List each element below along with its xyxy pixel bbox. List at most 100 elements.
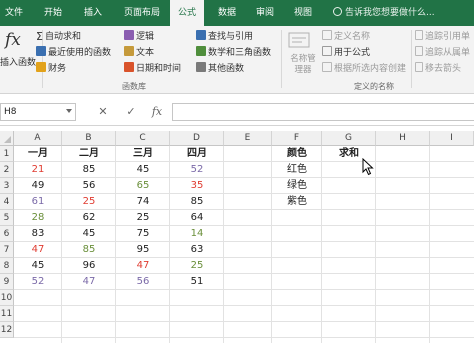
- table-cell[interactable]: 56: [62, 178, 116, 194]
- financial-button[interactable]: 财务: [36, 62, 66, 76]
- table-cell[interactable]: 25: [170, 258, 224, 274]
- table-cell[interactable]: 85: [170, 194, 224, 210]
- name-manager-label[interactable]: 名称管理器: [289, 54, 317, 80]
- table-cell[interactable]: 95: [116, 242, 170, 258]
- row-header-5[interactable]: 5: [0, 210, 14, 226]
- recent-functions-button[interactable]: 最近使用的函数: [36, 46, 111, 60]
- trace-dependents-button[interactable]: 追踪从属单: [415, 46, 470, 60]
- table-cell[interactable]: 45: [62, 226, 116, 242]
- column-header-i[interactable]: I: [430, 131, 474, 146]
- row-header-4[interactable]: 4: [0, 194, 14, 210]
- table-cell[interactable]: 47: [14, 242, 62, 258]
- insert-function-label[interactable]: 插入函数: [0, 56, 36, 70]
- cancel-icon[interactable]: ✕: [94, 104, 112, 120]
- text-button[interactable]: 文本: [124, 46, 154, 60]
- tab-data[interactable]: 数据: [212, 0, 242, 26]
- select-all-button[interactable]: [0, 131, 14, 146]
- cell-header-a[interactable]: 一月: [14, 146, 62, 162]
- row-header-3[interactable]: 3: [0, 178, 14, 194]
- create-from-selection-button[interactable]: 根据所选内容创建: [322, 62, 406, 76]
- remove-arrows-button[interactable]: 移去箭头: [415, 62, 461, 76]
- cell-header-color[interactable]: 颜色: [272, 146, 322, 162]
- table-cell[interactable]: 25: [116, 210, 170, 226]
- table-cell[interactable]: 45: [14, 258, 62, 274]
- table-cell[interactable]: 61: [14, 194, 62, 210]
- table-cell[interactable]: 28: [14, 210, 62, 226]
- trace-precedents-button[interactable]: 追踪引用单: [415, 30, 470, 44]
- more-functions-button[interactable]: 其他函数: [196, 62, 244, 76]
- cell-header-c[interactable]: 三月: [116, 146, 170, 162]
- tab-file[interactable]: 文件: [0, 0, 28, 26]
- chevron-down-icon[interactable]: [66, 109, 72, 113]
- tab-formulas[interactable]: 公式: [170, 0, 204, 26]
- column-header-b[interactable]: B: [62, 131, 116, 146]
- column-header-e[interactable]: E: [224, 131, 272, 146]
- row-header-11[interactable]: 11: [0, 306, 14, 322]
- tell-me-box[interactable]: 告诉我您想要做什么...: [333, 0, 435, 26]
- column-header-f[interactable]: F: [272, 131, 322, 146]
- column-header-a[interactable]: A: [14, 131, 62, 146]
- cell-header-b[interactable]: 二月: [62, 146, 116, 162]
- color-name-cell[interactable]: 绿色: [272, 178, 322, 194]
- row-header-6[interactable]: 6: [0, 226, 14, 242]
- table-cell[interactable]: 25: [62, 194, 116, 210]
- row-header-12[interactable]: 12: [0, 322, 14, 338]
- table-cell[interactable]: 52: [14, 274, 62, 290]
- tab-view[interactable]: 视图: [288, 0, 318, 26]
- name-box[interactable]: H8: [0, 103, 76, 121]
- column-header-c[interactable]: C: [116, 131, 170, 146]
- column-header-h[interactable]: H: [376, 131, 430, 146]
- column-header-d[interactable]: D: [170, 131, 224, 146]
- row-header-1[interactable]: 1: [0, 146, 14, 162]
- table-cell[interactable]: 96: [62, 258, 116, 274]
- table-cell[interactable]: 56: [116, 274, 170, 290]
- color-name-cell[interactable]: 红色: [272, 162, 322, 178]
- table-cell[interactable]: 45: [116, 162, 170, 178]
- table-cell[interactable]: 47: [62, 274, 116, 290]
- remove-arrows-icon: [415, 62, 423, 72]
- table-cell[interactable]: 85: [62, 242, 116, 258]
- table-cell[interactable]: 35: [170, 178, 224, 194]
- tab-page-layout[interactable]: 页面布局: [118, 0, 166, 26]
- tab-review[interactable]: 审阅: [250, 0, 280, 26]
- math-icon: [196, 46, 206, 56]
- autosum-button[interactable]: Σ 自动求和: [36, 30, 81, 44]
- color-name-cell[interactable]: 紫色: [272, 194, 322, 210]
- table-cell[interactable]: 47: [116, 258, 170, 274]
- formula-input[interactable]: [172, 103, 474, 121]
- lookup-button[interactable]: 查找与引用: [196, 30, 253, 44]
- table-cell[interactable]: 49: [14, 178, 62, 194]
- group-divider: [281, 30, 282, 88]
- tab-home[interactable]: 开始: [38, 0, 68, 26]
- worksheet-grid[interactable]: A B C D E F G H I 1 2 3 4 5 6 7 8 9 10 11 12 一月 二月 三月 四月 21 85 45 52…: [0, 131, 474, 343]
- table-cell[interactable]: 62: [62, 210, 116, 226]
- use-in-formula-button[interactable]: 用于公式: [322, 46, 370, 60]
- table-cell[interactable]: 14: [170, 226, 224, 242]
- table-cell[interactable]: 65: [116, 178, 170, 194]
- table-cell[interactable]: 85: [62, 162, 116, 178]
- row-header-7[interactable]: 7: [0, 242, 14, 258]
- insert-function-icon[interactable]: fx: [5, 30, 21, 50]
- row-header-10[interactable]: 10: [0, 290, 14, 306]
- table-cell[interactable]: 63: [170, 242, 224, 258]
- table-cell[interactable]: 52: [170, 162, 224, 178]
- table-cell[interactable]: 21: [14, 162, 62, 178]
- define-name-button[interactable]: 定义名称: [322, 30, 370, 44]
- math-button[interactable]: 数学和三角函数: [196, 46, 271, 60]
- table-cell[interactable]: 83: [14, 226, 62, 242]
- table-cell[interactable]: 75: [116, 226, 170, 242]
- fx-icon[interactable]: fx: [148, 104, 166, 120]
- row-header-9[interactable]: 9: [0, 274, 14, 290]
- table-cell[interactable]: 64: [170, 210, 224, 226]
- enter-icon[interactable]: ✓: [122, 104, 140, 120]
- row-header-2[interactable]: 2: [0, 162, 14, 178]
- cell-header-d[interactable]: 四月: [170, 146, 224, 162]
- datetime-button[interactable]: 日期和时间: [124, 62, 181, 76]
- row-header-8[interactable]: 8: [0, 258, 14, 274]
- column-header-g[interactable]: G: [322, 131, 376, 146]
- table-cell[interactable]: 74: [116, 194, 170, 210]
- name-manager-icon[interactable]: [286, 30, 318, 54]
- tab-insert[interactable]: 插入: [78, 0, 108, 26]
- logical-button[interactable]: 逻辑: [124, 30, 154, 44]
- table-cell[interactable]: 51: [170, 274, 224, 290]
